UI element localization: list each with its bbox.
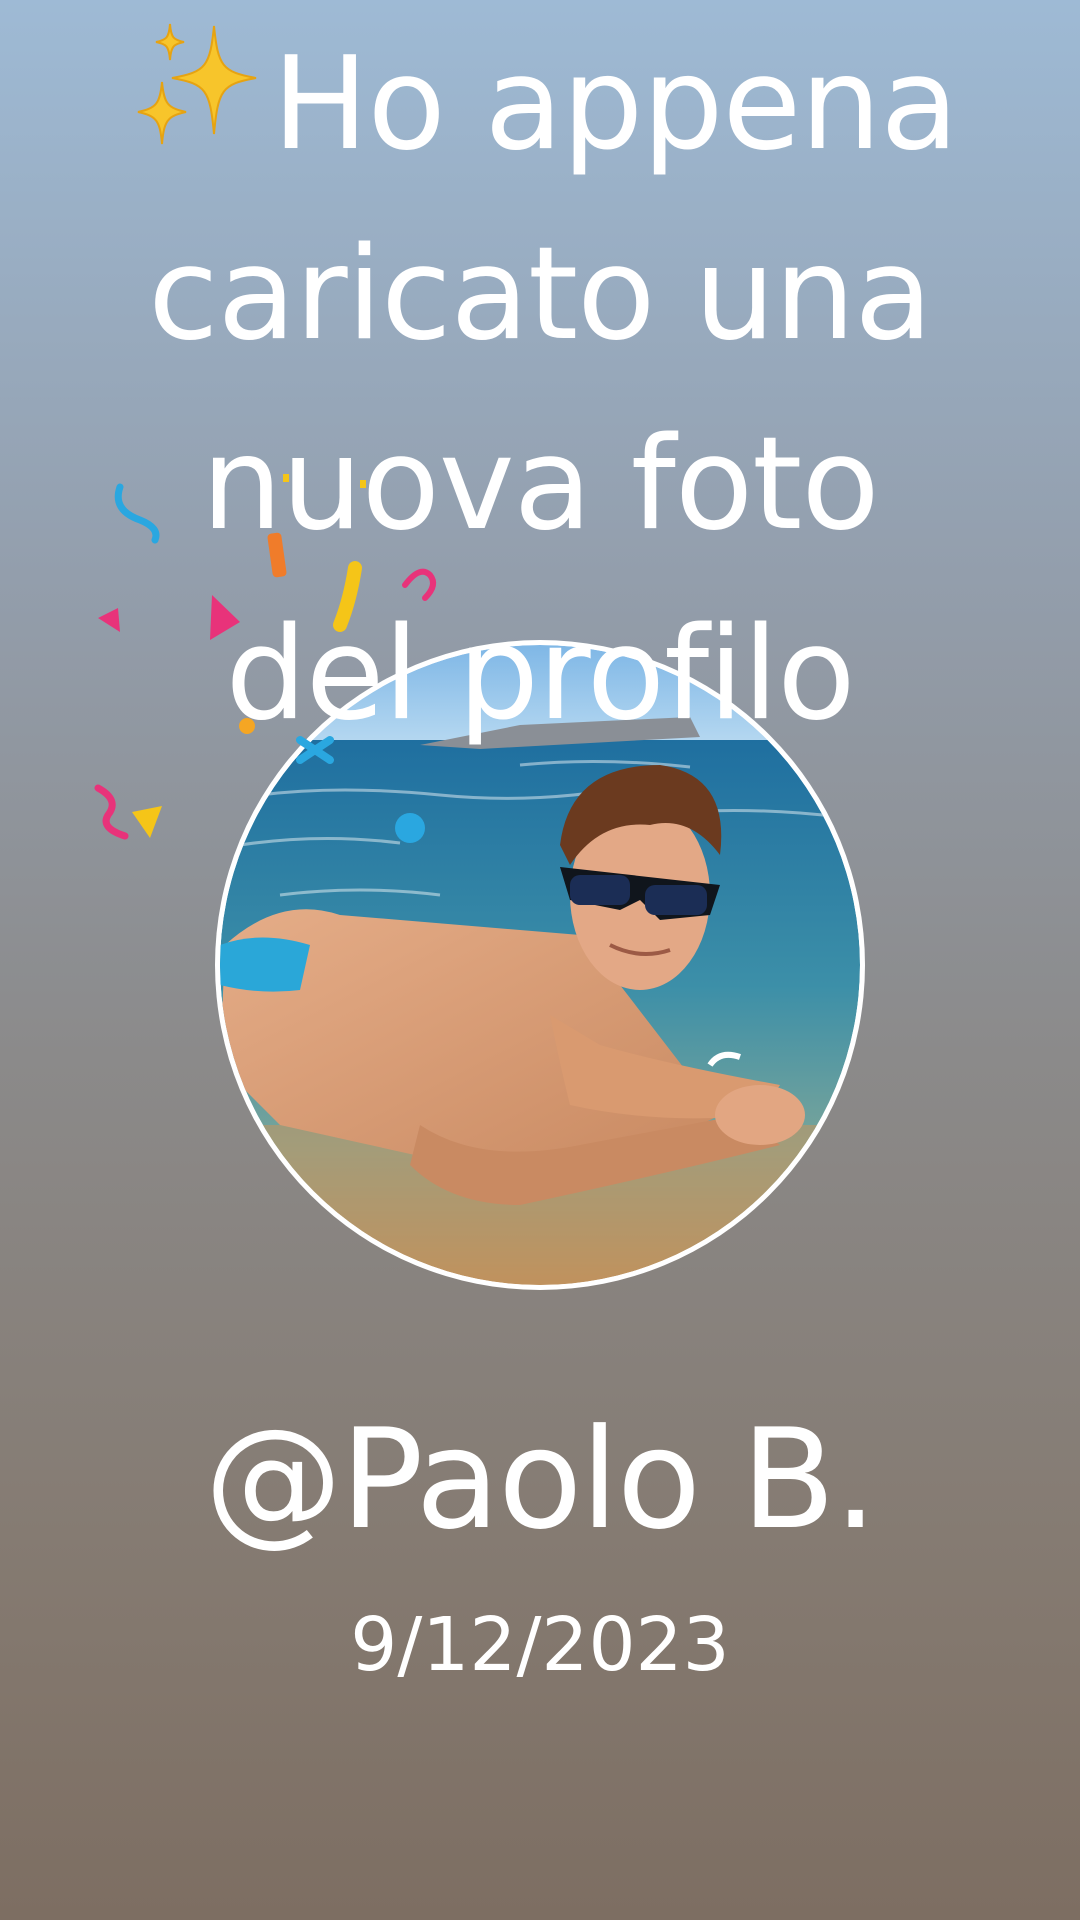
- headline-line-2: caricato una: [148, 220, 933, 369]
- headline-line-4: del profilo: [225, 600, 855, 749]
- headline-line-1: Ho appena: [0, 10, 1080, 200]
- username[interactable]: @Paolo B.: [0, 1395, 1080, 1565]
- headline-line-3: nuova foto: [201, 410, 879, 559]
- post-date: 9/12/2023: [350, 1602, 730, 1688]
- story-headline: Ho appena caricato una nuova foto del pr…: [0, 10, 1080, 770]
- sparkles-icon: [138, 23, 257, 145]
